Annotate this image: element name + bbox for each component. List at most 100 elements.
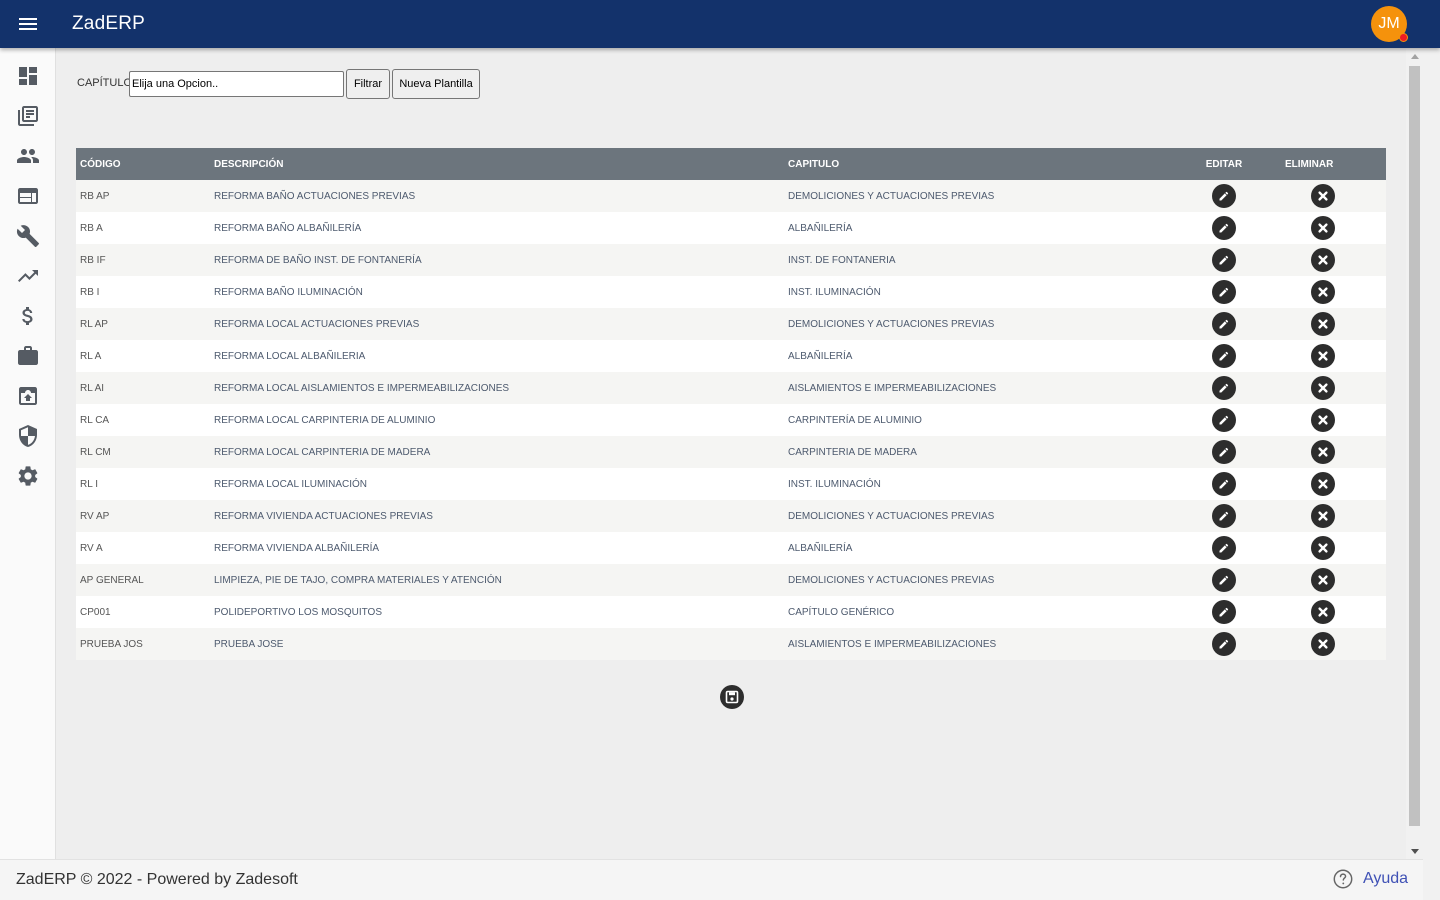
cell-eliminar	[1268, 564, 1386, 596]
edit-pencil-icon[interactable]	[1212, 408, 1236, 432]
sidebar	[0, 48, 56, 859]
table-row[interactable]: RB I REFORMA BAÑO ILUMINACIÓN INST. ILUMIN…	[76, 276, 1386, 308]
cell-descripcion: POLIDEPORTIVO LOS MOSQUITOS	[210, 596, 784, 628]
cell-descripcion: REFORMA LOCAL AISLAMIENTOS E IMPERMEABIL…	[210, 372, 784, 404]
help-link[interactable]: Ayuda	[1332, 868, 1408, 890]
sidebar-item-tools[interactable]	[0, 216, 56, 256]
table-row[interactable]: RL AP REFORMA LOCAL ACTUACIONES PREVIAS DE…	[76, 308, 1386, 340]
user-avatar[interactable]: JM	[1371, 6, 1408, 42]
cell-capitulo: INST. ILUMINACIÓN	[784, 468, 1180, 500]
table-row[interactable]: RL CA REFORMA LOCAL CARPINTERIA DE ALUMIN…	[76, 404, 1386, 436]
scroll-up-arrow-icon[interactable]	[1406, 48, 1423, 64]
dollar-icon	[22, 307, 33, 325]
edit-pencil-icon[interactable]	[1212, 536, 1236, 560]
edit-pencil-icon[interactable]	[1212, 472, 1236, 496]
footer: ZadERP © 2022 - Powered by Zadesoft Ayud…	[0, 859, 1423, 900]
edit-pencil-icon[interactable]	[1212, 280, 1236, 304]
scroll-down-arrow-icon[interactable]	[1406, 843, 1423, 859]
edit-pencil-icon[interactable]	[1212, 504, 1236, 528]
delete-x-icon[interactable]	[1311, 504, 1335, 528]
edit-pencil-icon[interactable]	[1212, 376, 1236, 400]
cell-eliminar	[1268, 404, 1386, 436]
templates-table: CÓDIGO DESCRIPCIÓN CAPITULO EDITAR ELIMI…	[76, 148, 1386, 660]
edit-pencil-icon[interactable]	[1212, 312, 1236, 336]
edit-pencil-icon[interactable]	[1212, 440, 1236, 464]
cell-editar	[1180, 596, 1268, 628]
delete-x-icon[interactable]	[1311, 472, 1335, 496]
delete-x-icon[interactable]	[1311, 600, 1335, 624]
sidebar-item-archive[interactable]	[0, 376, 56, 416]
delete-x-icon[interactable]	[1311, 216, 1335, 240]
sidebar-item-people[interactable]	[0, 136, 56, 176]
delete-x-icon[interactable]	[1311, 408, 1335, 432]
delete-x-icon[interactable]	[1311, 184, 1335, 208]
sidebar-item-templates[interactable]	[0, 176, 56, 216]
table-row[interactable]: RL AI REFORMA LOCAL AISLAMIENTOS E IMPERM…	[76, 372, 1386, 404]
column-header-capitulo[interactable]: CAPITULO	[784, 148, 1180, 180]
delete-x-icon[interactable]	[1311, 312, 1335, 336]
table-row[interactable]: RL I REFORMA LOCAL ILUMINACIÓN INST. ILUMI…	[76, 468, 1386, 500]
edit-pencil-icon[interactable]	[1212, 600, 1236, 624]
cell-eliminar	[1268, 180, 1386, 212]
library-icon	[18, 106, 38, 126]
table-row[interactable]: RL CM REFORMA LOCAL CARPINTERIA DE MADERA…	[76, 436, 1386, 468]
cell-editar	[1180, 628, 1268, 660]
delete-x-icon[interactable]	[1311, 536, 1335, 560]
edit-pencil-icon[interactable]	[1212, 344, 1236, 368]
scroll-thumb[interactable]	[1409, 66, 1420, 826]
cell-capitulo: ALBAÑILERÍA	[784, 340, 1180, 372]
table-row[interactable]: PRUEBA JOS PRUEBA JOSE AISLAMIENTOS E IMPE…	[76, 628, 1386, 660]
table-row[interactable]: RL A REFORMA LOCAL ALBAÑILERIA ALBAÑILERÍA	[76, 340, 1386, 372]
dashboard-icon	[19, 67, 37, 85]
save-button[interactable]	[720, 685, 744, 709]
edit-pencil-icon[interactable]	[1212, 632, 1236, 656]
table-row[interactable]: CP001 POLIDEPORTIVO LOS MOSQUITOS CAPÍTULO…	[76, 596, 1386, 628]
cell-codigo: RL A	[76, 340, 210, 372]
edit-pencil-icon[interactable]	[1212, 216, 1236, 240]
delete-x-icon[interactable]	[1311, 568, 1335, 592]
cell-eliminar	[1268, 340, 1386, 372]
cell-eliminar	[1268, 436, 1386, 468]
sidebar-item-security[interactable]	[0, 416, 56, 456]
delete-x-icon[interactable]	[1311, 280, 1335, 304]
column-header-codigo[interactable]: CÓDIGO	[76, 148, 210, 180]
sidebar-item-dashboard[interactable]	[0, 56, 56, 96]
new-template-button[interactable]: Nueva Plantilla	[392, 69, 480, 99]
cell-codigo: RB AP	[76, 180, 210, 212]
sidebar-item-settings[interactable]	[0, 456, 56, 496]
page-scrollbar[interactable]	[1423, 0, 1440, 900]
cell-editar	[1180, 468, 1268, 500]
table-row[interactable]: RB AP REFORMA BAÑO ACTUACIONES PREVIAS DEM…	[76, 180, 1386, 212]
column-header-descripcion[interactable]: DESCRIPCIÓN	[210, 148, 784, 180]
edit-pencil-icon[interactable]	[1212, 248, 1236, 272]
table-row[interactable]: RV AP REFORMA VIVIENDA ACTUACIONES PREVIA…	[76, 500, 1386, 532]
cell-eliminar	[1268, 244, 1386, 276]
column-header-editar: EDITAR	[1180, 148, 1268, 180]
delete-x-icon[interactable]	[1311, 440, 1335, 464]
chapter-filter-input[interactable]	[129, 71, 344, 97]
menu-button[interactable]	[0, 0, 56, 48]
sidebar-item-business[interactable]	[0, 336, 56, 376]
app-title[interactable]: ZadERP	[72, 13, 145, 35]
edit-pencil-icon[interactable]	[1212, 184, 1236, 208]
cell-descripcion: REFORMA LOCAL ILUMINACIÓN	[210, 468, 784, 500]
cell-descripcion: LIMPIEZA, PIE DE TAJO, COMPRA MATERIALES…	[210, 564, 784, 596]
cell-capitulo: DEMOLICIONES Y ACTUACIONES PREVIAS	[784, 180, 1180, 212]
cell-descripcion: REFORMA VIVIENDA ACTUACIONES PREVIAS	[210, 500, 784, 532]
sidebar-item-finance[interactable]	[0, 296, 56, 336]
delete-x-icon[interactable]	[1311, 376, 1335, 400]
table-row[interactable]: RB A REFORMA BAÑO ALBAÑILERÍA ALBAÑILERÍA	[76, 212, 1386, 244]
delete-x-icon[interactable]	[1311, 632, 1335, 656]
shield-icon	[19, 425, 37, 447]
sidebar-item-library[interactable]	[0, 96, 56, 136]
delete-x-icon[interactable]	[1311, 248, 1335, 272]
filter-button[interactable]: Filtrar	[346, 69, 390, 99]
delete-x-icon[interactable]	[1311, 344, 1335, 368]
content-scrollbar[interactable]	[1406, 48, 1423, 859]
table-row[interactable]: AP GENERAL LIMPIEZA, PIE DE TAJO, COMPRA …	[76, 564, 1386, 596]
table-row[interactable]: RV A REFORMA VIVIENDA ALBAÑILERÍA ALBAÑILE…	[76, 532, 1386, 564]
table-row[interactable]: RB IF REFORMA DE BAÑO INST. DE FONTANERÍA…	[76, 244, 1386, 276]
sidebar-item-trends[interactable]	[0, 256, 56, 296]
main-content: CAPÍTULO Filtrar Nueva Plantilla CÓDIGO …	[56, 48, 1406, 859]
edit-pencil-icon[interactable]	[1212, 568, 1236, 592]
